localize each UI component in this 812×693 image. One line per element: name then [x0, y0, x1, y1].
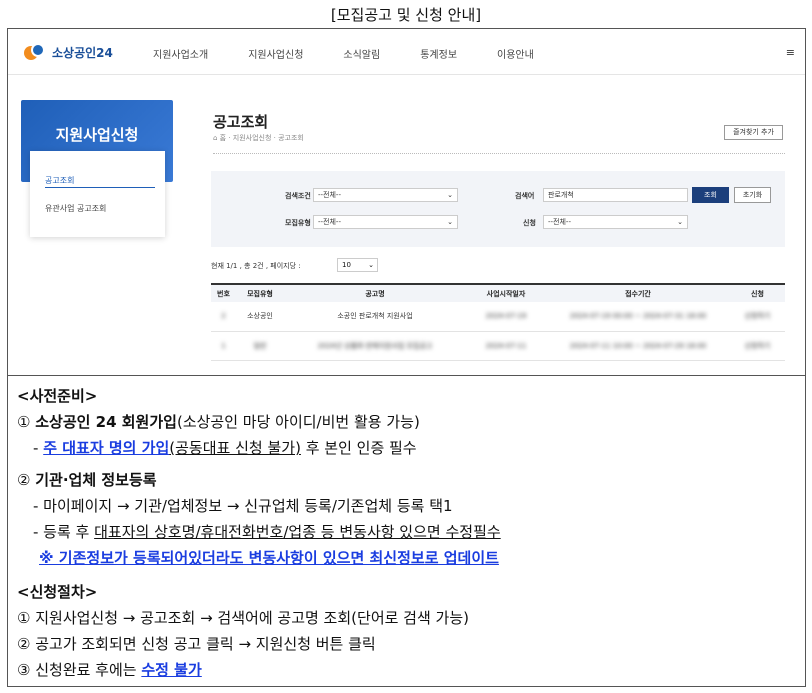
menu-icon[interactable]: ≡	[786, 46, 795, 59]
apply-label: 신청	[523, 219, 536, 227]
logo-text: 소상공인24	[52, 45, 113, 60]
chevron-down-icon: ⌄	[677, 218, 683, 226]
col-header-no: 번호	[211, 283, 236, 302]
proc-step-2: ② 공고가 조회되면 신청 공고 클릭 → 지원신청 버튼 클릭	[17, 635, 376, 653]
page-size-value: 10	[342, 261, 351, 269]
keyword-input[interactable]: 판로개척	[543, 188, 688, 202]
prep-step-2-path: - 마이페이지 → 기관/업체정보 → 신규업체 등록/기존업체 등록 택1	[33, 497, 453, 515]
highlight-text: 수정 불가	[141, 661, 202, 679]
chevron-down-icon: ⌄	[368, 261, 374, 269]
col-header-type: 모집유형	[236, 283, 284, 302]
type-label: 모집유형	[285, 219, 311, 227]
step-1-title: 소상공인 24 회원가입	[35, 413, 177, 431]
table-header-row: 번호 모집유형 공고명 사업시작일자 접수기간 신청	[211, 283, 785, 302]
chevron-down-icon: ⌄	[447, 218, 453, 226]
col-header-period: 접수기간	[546, 283, 730, 302]
sidebar-item-notice[interactable]: 공고조회	[45, 175, 74, 186]
result-info: 현재 1/1 , 총 2건 , 페이지당 :	[211, 262, 301, 270]
nav-item-stats[interactable]: 통계정보	[420, 46, 457, 61]
document-title: [모집공고 및 신청 안내]	[330, 6, 482, 24]
step-number: ①	[17, 413, 31, 431]
page-size-select[interactable]: 10 ⌄	[337, 258, 378, 272]
step-2-title: 기관·업체 정보등록	[35, 471, 157, 489]
page-title: 공고조회	[213, 113, 269, 131]
site-header: 소상공인24 지원사업소개 지원사업신청 소식알림 통계정보 이용안내 ≡	[8, 29, 805, 75]
cell-period: 2024-07-19 00:00 ~ 2024-07-31 18:00	[546, 302, 730, 332]
search-condition-label: 검색조건	[285, 192, 311, 200]
sidebar-item-related[interactable]: 유관사업 공고조회	[45, 203, 106, 214]
sidebar-menu: 공고조회 유관사업 공고조회	[30, 151, 165, 237]
col-header-start: 사업시작일자	[466, 283, 546, 302]
nav-item-news[interactable]: 소식알림	[343, 46, 380, 61]
logo-icon	[24, 43, 48, 61]
cell-apply[interactable]: 신청하기	[730, 302, 785, 332]
type-select[interactable]: --전체-- ⌄	[313, 215, 458, 229]
proc-heading: <신청절차>	[17, 583, 98, 601]
favorite-button[interactable]: 즐겨찾기 추가	[724, 125, 783, 140]
nav-item-intro[interactable]: 지원사업소개	[153, 46, 208, 61]
prep-step-1-note: - 주 대표자 명의 가입(공동대표 신청 불가) 후 본인 인증 필수	[33, 437, 417, 458]
cell-start: 2024-07-19	[466, 302, 546, 332]
apply-value: --전체--	[548, 218, 571, 226]
breadcrumb-text: 홈 · 지원사업신청 · 공고조회	[219, 134, 304, 142]
prep-step-2-note: - 등록 후 대표자의 상호명/휴대전화번호/업종 등 변동사항 있으면 수정필…	[33, 521, 501, 542]
main-nav: 지원사업소개 지원사업신청 소식알림 통계정보 이용안내	[153, 46, 574, 61]
search-condition-value: --전체--	[318, 191, 341, 199]
prep-step-2: ② 기관·업체 정보등록	[17, 469, 157, 490]
screenshot-panel: 소상공인24 지원사업소개 지원사업신청 소식알림 통계정보 이용안내 ≡ 지원…	[8, 29, 805, 376]
col-header-name: 공고명	[284, 283, 466, 302]
search-panel: 검색조건 --전체-- ⌄ 검색어 판로개척 조회 초기화 모집유형 --전체--…	[211, 171, 785, 247]
nav-item-guide[interactable]: 이용안내	[497, 46, 534, 61]
cell-type: 일반	[236, 331, 284, 361]
notice-table: 번호 모집유형 공고명 사업시작일자 접수기간 신청 2 소상공인 소공인 판로…	[211, 283, 785, 361]
col-header-apply: 신청	[730, 283, 785, 302]
home-icon[interactable]: ⌂	[213, 134, 220, 142]
cell-no: 2	[211, 302, 236, 332]
cell-no: 1	[211, 331, 236, 361]
nav-item-apply[interactable]: 지원사업신청	[248, 46, 303, 61]
proc-step-3: ③ 신청완료 후에는 수정 불가	[17, 659, 202, 680]
note-text: 후 본인 인증 필수	[300, 439, 417, 457]
search-condition-select[interactable]: --전체-- ⌄	[313, 188, 458, 202]
dash: -	[33, 439, 39, 457]
step-1-detail: (소상공인 마당 아이디/비번 활용 가능)	[176, 413, 420, 431]
underline-text: 대표자의 상호명/휴대전화번호/업종 등 변동사항 있으면 수정필수	[94, 523, 501, 541]
reset-button[interactable]: 초기화	[734, 187, 771, 203]
prep-heading: <사전준비>	[17, 387, 98, 405]
table-row[interactable]: 2 소상공인 소공인 판로개척 지원사업 2024-07-19 2024-07-…	[211, 302, 785, 332]
cell-period: 2024-07-11 10:00 ~ 2024-07-29 18:00	[546, 331, 730, 361]
active-indicator	[45, 187, 155, 188]
cell-name[interactable]: 소공인 판로개척 지원사업	[284, 302, 466, 332]
note-prefix: - 등록 후	[33, 523, 95, 541]
site-logo[interactable]: 소상공인24	[24, 43, 113, 61]
cell-type: 소상공인	[236, 302, 284, 332]
keyword-label: 검색어	[515, 192, 535, 200]
divider	[213, 153, 785, 154]
content-frame: 소상공인24 지원사업소개 지원사업신청 소식알림 통계정보 이용안내 ≡ 지원…	[7, 28, 806, 687]
chevron-down-icon: ⌄	[447, 191, 453, 199]
cell-apply[interactable]: 신청하기	[730, 331, 785, 361]
proc-step-1: ① 지원사업신청 → 공고조회 → 검색어에 공고명 조회(단어로 검색 가능)	[17, 609, 470, 627]
prep-step-1: ① 소상공인 24 회원가입(소상공인 마당 아이디/비번 활용 가능)	[17, 411, 420, 432]
step-3-text: ③ 신청완료 후에는	[17, 661, 142, 679]
cell-name[interactable]: 2024년 상품화·판매지원사업 모집공고	[284, 331, 466, 361]
sidebar-title: 지원사업신청	[55, 126, 139, 144]
apply-select[interactable]: --전체-- ⌄	[543, 215, 688, 229]
cell-start: 2024-07-11	[466, 331, 546, 361]
type-value: --전체--	[318, 218, 341, 226]
breadcrumb: ⌂ 홈 · 지원사업신청 · 공고조회	[213, 133, 304, 143]
search-button[interactable]: 조회	[692, 187, 729, 203]
underline-text: (공동대표 신청 불가)	[169, 439, 301, 457]
step-number: ②	[17, 471, 31, 489]
update-warning: ※ 기존정보가 등록되어있더라도 변동사항이 있으면 최신정보로 업데이트	[39, 549, 499, 567]
table-row[interactable]: 1 일반 2024년 상품화·판매지원사업 모집공고 2024-07-11 20…	[211, 331, 785, 361]
highlight-text: 주 대표자 명의 가입	[43, 439, 170, 457]
